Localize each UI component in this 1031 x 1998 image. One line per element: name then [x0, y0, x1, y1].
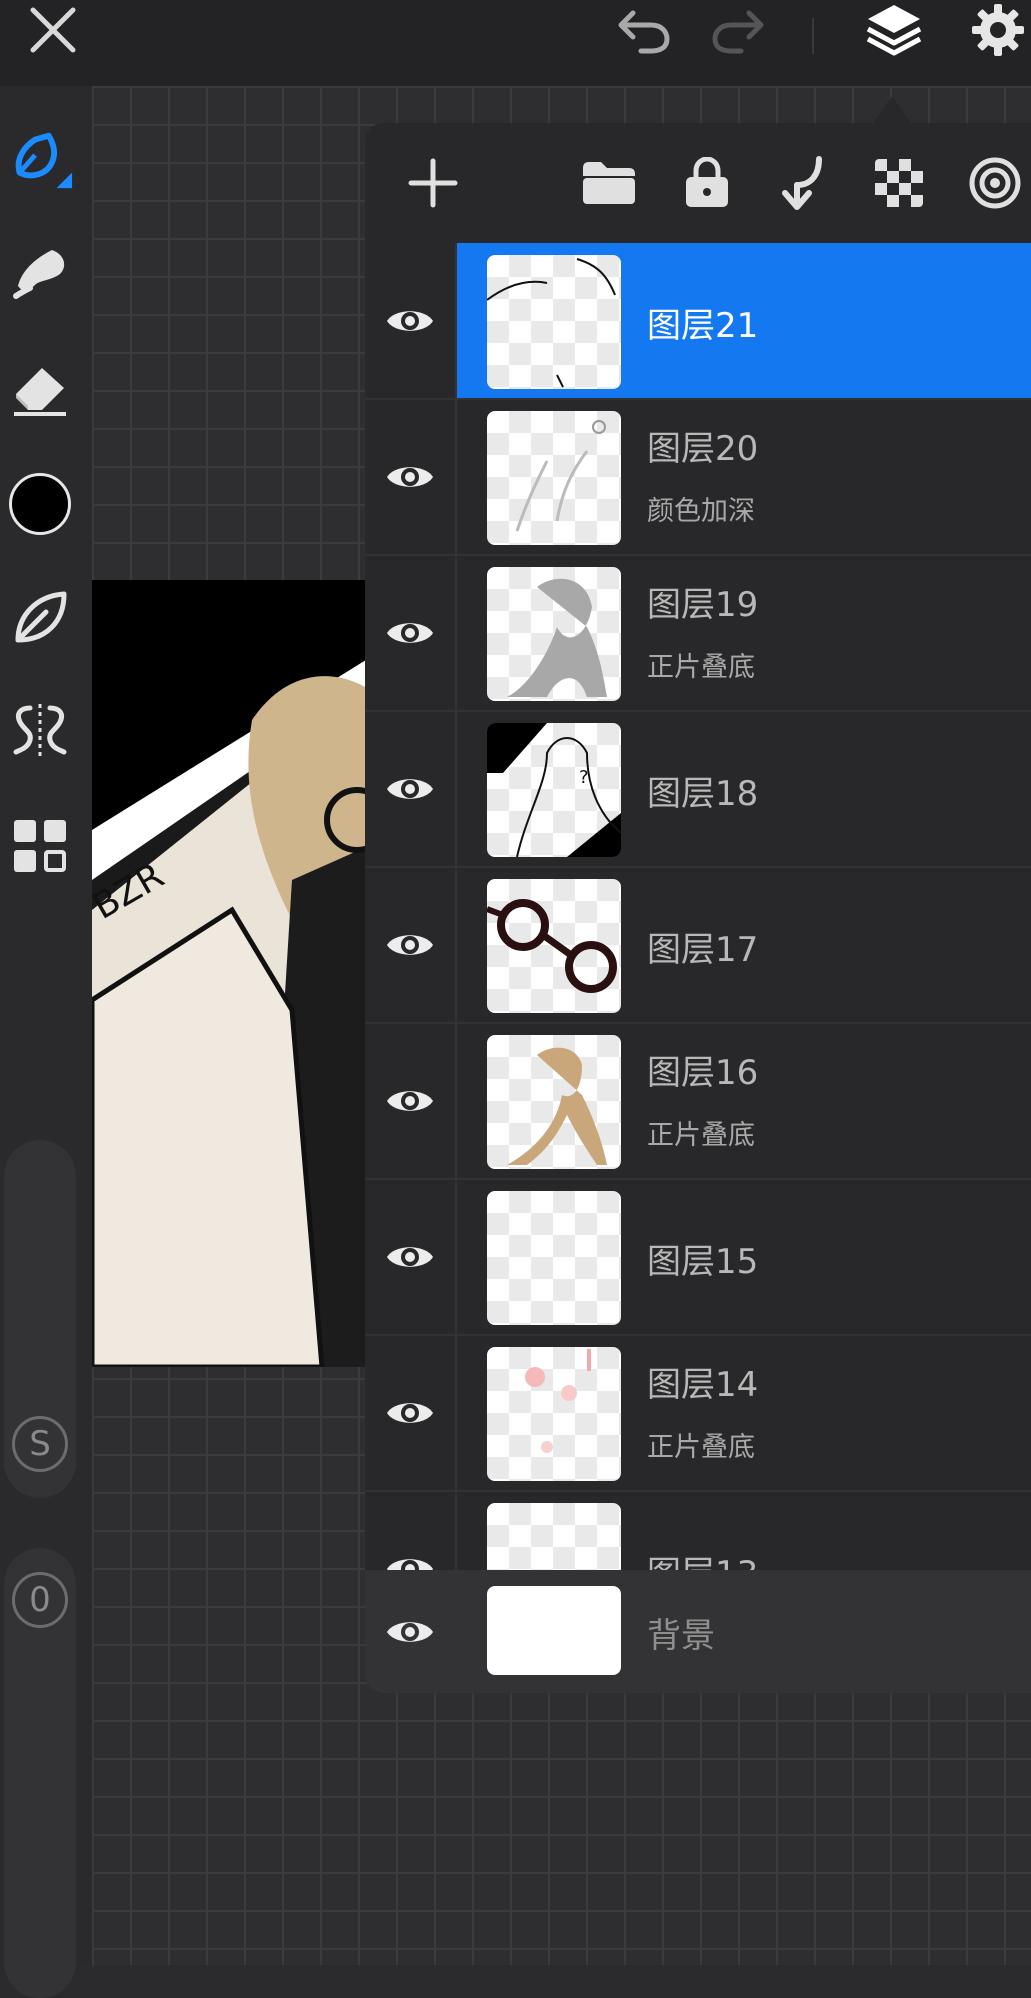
layer-row[interactable]: 图层21	[365, 243, 1031, 400]
smudge-tool[interactable]	[6, 238, 74, 306]
layer-row[interactable]: 图层20 颜色加深	[365, 399, 1031, 556]
layer-name: 图层19	[647, 585, 759, 625]
opacity-slider[interactable]: 0	[4, 1548, 76, 1998]
eye-icon	[387, 1246, 433, 1267]
color-swatch[interactable]	[6, 470, 74, 538]
left-toolbar: S 0	[0, 86, 92, 1998]
eye-icon	[387, 466, 433, 487]
layers-icon	[866, 5, 922, 56]
artwork-preview[interactable]: BZR	[92, 580, 382, 1367]
visibility-toggle[interactable]	[365, 399, 457, 554]
eye-icon	[387, 310, 433, 331]
layer-name: 图层18	[647, 774, 759, 814]
layer-thumbnail	[487, 411, 621, 545]
visibility-toggle[interactable]	[365, 867, 457, 1022]
eye-icon	[387, 778, 433, 799]
eye-icon	[387, 934, 433, 955]
layer-row[interactable]: 图层17	[365, 867, 1031, 1024]
close-icon	[30, 7, 76, 53]
selection-tool[interactable]	[6, 584, 74, 652]
background-layer-name: 背景	[647, 1616, 715, 1656]
size-label: S	[12, 1416, 68, 1472]
layer-list[interactable]: 图层21 图层20 颜色加深 图层19 正片叠底 ? 图层18 图层17 图层1…	[365, 243, 1031, 1690]
merge-down-icon	[782, 156, 822, 210]
lock-button[interactable]	[675, 151, 739, 215]
top-bar	[0, 0, 1031, 86]
layer-row[interactable]: 图层19 正片叠底	[365, 555, 1031, 712]
leaf-icon	[15, 591, 67, 643]
brush-icon	[15, 132, 73, 189]
blend-mode: 正片叠底	[647, 1120, 755, 1151]
layer-name: 图层21	[647, 306, 759, 346]
layers-toolbar	[365, 123, 1031, 243]
layers-panel: 图层21 图层20 颜色加深 图层19 正片叠底 ? 图层18 图层17 图层1…	[365, 123, 1031, 1693]
layer-name: 图层16	[647, 1053, 759, 1093]
close-button[interactable]	[18, 0, 88, 60]
visibility-toggle[interactable]	[365, 555, 457, 710]
smudge-icon	[13, 250, 65, 299]
layer-name: 图层14	[647, 1365, 759, 1405]
lock-icon	[686, 157, 728, 207]
layer-thumbnail: ?	[487, 723, 621, 857]
blend-mode: 颜色加深	[647, 496, 755, 527]
panel-caret	[872, 96, 912, 124]
group-button[interactable]	[577, 151, 641, 215]
toolbar-divider	[812, 18, 814, 54]
visibility-toggle[interactable]	[365, 243, 457, 398]
opacity-label: 0	[12, 1572, 68, 1628]
gear-icon	[972, 4, 1024, 56]
layer-thumbnail	[487, 567, 621, 701]
layer-row[interactable]: ? 图层18	[365, 711, 1031, 868]
visibility-toggle[interactable]	[365, 1023, 457, 1178]
plus-icon	[408, 158, 458, 208]
reference-button[interactable]	[963, 151, 1027, 215]
target-icon	[969, 157, 1021, 209]
symmetry-tool[interactable]	[6, 698, 74, 766]
settings-button[interactable]	[962, 0, 1031, 60]
layer-name: 图层17	[647, 930, 759, 970]
layer-row[interactable]: 图层14 正片叠底	[365, 1335, 1031, 1492]
layer-thumbnail	[487, 1191, 621, 1325]
redo-icon	[712, 10, 764, 54]
grid-icon	[14, 820, 66, 872]
layer-name: 图层15	[647, 1242, 759, 1282]
background-color-swatch[interactable]	[487, 1586, 621, 1675]
symmetry-icon	[13, 704, 67, 760]
eye-icon	[387, 1621, 433, 1642]
visibility-toggle[interactable]	[365, 1335, 457, 1490]
checker-icon	[875, 159, 923, 207]
blend-mode: 正片叠底	[647, 1432, 755, 1463]
svg-text:?: ?	[579, 767, 589, 788]
layers-button[interactable]	[858, 0, 930, 60]
eraser-tool[interactable]	[6, 354, 74, 422]
layer-thumbnail	[487, 1347, 621, 1481]
eye-icon	[387, 622, 433, 643]
brush-tool[interactable]	[6, 126, 74, 194]
layer-name: 图层20	[647, 429, 759, 469]
gallery-tool[interactable]	[6, 812, 74, 880]
layer-row[interactable]: 图层16 正片叠底	[365, 1023, 1031, 1180]
add-layer-button[interactable]	[401, 151, 465, 215]
alpha-lock-button[interactable]	[867, 151, 931, 215]
brush-size-slider[interactable]: S	[4, 1140, 76, 1498]
blend-mode: 正片叠底	[647, 652, 755, 683]
layer-thumbnail	[487, 255, 621, 389]
redo-button[interactable]	[706, 0, 770, 60]
eye-icon	[387, 1090, 433, 1111]
layer-thumbnail	[487, 879, 621, 1013]
layer-row[interactable]: 图层15	[365, 1179, 1031, 1336]
eraser-icon	[14, 368, 66, 416]
undo-icon	[618, 10, 670, 54]
merge-down-button[interactable]	[771, 151, 835, 215]
undo-button[interactable]	[612, 0, 676, 60]
background-layer-row[interactable]: 背景	[365, 1570, 1031, 1693]
visibility-toggle[interactable]	[365, 1570, 455, 1693]
visibility-toggle[interactable]	[365, 711, 457, 866]
folder-icon	[583, 162, 635, 204]
visibility-toggle[interactable]	[365, 1179, 457, 1334]
eye-icon	[387, 1402, 433, 1423]
layer-thumbnail	[487, 1035, 621, 1169]
